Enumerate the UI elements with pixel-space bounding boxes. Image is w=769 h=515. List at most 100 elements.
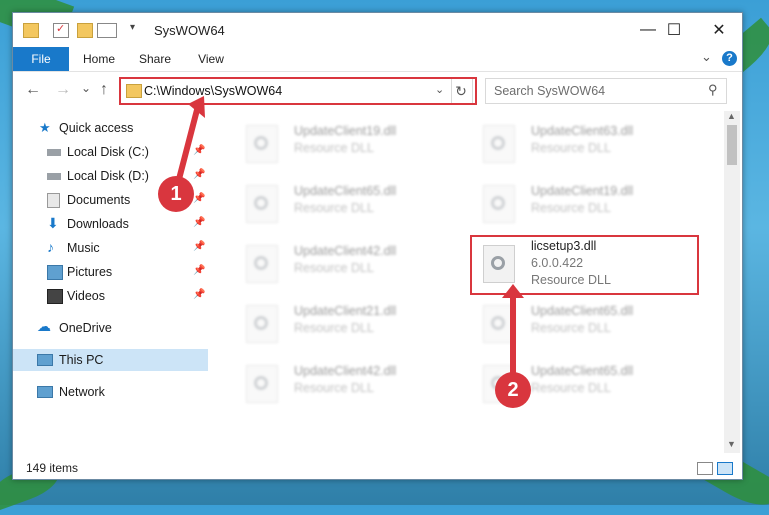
pin-icon: 📌 [193, 241, 206, 252]
forward-button[interactable]: → [55, 81, 71, 99]
scrollbar-thumb[interactable] [727, 125, 737, 165]
file-item[interactable]: UpdateClient65.dll Resource DLL [234, 179, 454, 229]
file-name: UpdateClient42.dll [294, 364, 397, 378]
maximize-button[interactable]: ☐ [651, 13, 697, 47]
tab-file[interactable]: File [13, 47, 69, 71]
pc-icon [37, 354, 53, 366]
window-title: SysWOW64 [154, 23, 225, 38]
music-icon: ♪ [47, 239, 54, 255]
pin-icon: 📌 [193, 265, 206, 276]
pin-icon: 📌 [193, 193, 206, 204]
details-view-icon[interactable] [697, 462, 713, 475]
drive-icon [47, 149, 61, 156]
search-placeholder: Search SysWOW64 [494, 84, 606, 98]
view-options-icon[interactable] [97, 23, 117, 38]
file-item[interactable]: UpdateClient42.dll Resource DLL [234, 239, 454, 289]
dll-file-icon [246, 125, 278, 163]
file-item[interactable]: UpdateClient63.dll Resource DLL [471, 119, 691, 169]
pin-icon: 📌 [193, 169, 206, 180]
tab-home[interactable]: Home [77, 47, 121, 71]
pictures-icon [47, 265, 63, 280]
dll-file-icon [483, 305, 515, 343]
sidebar-item-onedrive[interactable]: ☁ OneDrive [13, 317, 208, 339]
ribbon-collapse-icon[interactable]: ⌄ [701, 49, 712, 65]
sidebar-item-label: Videos [67, 289, 105, 303]
star-icon: ★ [39, 120, 51, 135]
file-name: UpdateClient19.dll [294, 124, 397, 138]
sidebar-item-label: Pictures [67, 265, 113, 279]
file-type: Resource DLL [294, 381, 374, 395]
dll-file-icon [483, 185, 515, 223]
item-count: 149 items [26, 461, 79, 475]
sidebar-item-label: Local Disk (D:) [67, 169, 149, 183]
file-type: Resource DLL [294, 141, 374, 155]
file-highlight [470, 235, 699, 295]
folder-icon [23, 23, 39, 38]
sidebar-item-label: Music [67, 241, 100, 255]
tab-view[interactable]: View [191, 47, 231, 71]
network-icon [37, 386, 53, 398]
file-type: Resource DLL [294, 261, 374, 275]
tab-share[interactable]: Share [133, 47, 177, 71]
ribbon-tabs: File Home Share View ⌄ ? [13, 47, 742, 72]
dll-file-icon [246, 185, 278, 223]
file-type: Resource DLL [294, 321, 374, 335]
file-item[interactable]: UpdateClient19.dll Resource DLL [471, 179, 691, 229]
file-type: Resource DLL [531, 381, 611, 395]
sidebar-item-this-pc[interactable]: This PC [13, 349, 208, 371]
file-type: Resource DLL [531, 141, 611, 155]
pin-icon: 📌 [193, 217, 206, 228]
title-bar: ✓ ▾ SysWOW64 — ☐ ✕ [13, 13, 742, 47]
file-item[interactable]: UpdateClient21.dll Resource DLL [234, 299, 454, 349]
sidebar-item-network[interactable]: Network [13, 381, 208, 403]
file-item[interactable]: UpdateClient19.dll Resource DLL [234, 119, 454, 169]
search-input[interactable]: Search SysWOW64 ⚲ [485, 78, 727, 104]
file-item[interactable]: UpdateClient65.dll Resource DLL [471, 299, 691, 349]
scroll-up-icon[interactable]: ▲ [727, 111, 736, 121]
step-badge-1: 1 [158, 176, 194, 212]
tiles-view-icon[interactable] [717, 462, 733, 475]
close-icon: ✕ [712, 22, 726, 39]
help-icon[interactable]: ? [722, 51, 737, 66]
cloud-icon: ☁ [37, 318, 51, 334]
sidebar-item-label: This PC [59, 353, 104, 367]
sidebar-item-label: Network [59, 385, 105, 399]
up-button[interactable]: ↑ [100, 81, 108, 99]
properties-icon[interactable]: ✓ [53, 23, 69, 38]
dll-file-icon [246, 365, 278, 403]
sidebar-item-videos[interactable]: Videos 📌 [13, 285, 208, 307]
sidebar-item-local-disk-c[interactable]: Local Disk (C:) 📌 [13, 141, 208, 163]
sidebar-item-label: Local Disk (C:) [67, 145, 149, 159]
file-name: UpdateClient65.dll [531, 304, 634, 318]
close-button[interactable]: ✕ [696, 13, 742, 47]
back-button[interactable]: ← [25, 81, 41, 99]
scroll-down-icon[interactable]: ▼ [727, 439, 736, 449]
sidebar-item-label: Quick access [59, 121, 134, 135]
file-name: UpdateClient21.dll [294, 304, 397, 318]
address-highlight [119, 77, 477, 105]
recent-locations-button[interactable]: ⌄ [81, 81, 91, 95]
pin-icon: 📌 [193, 145, 206, 156]
new-folder-icon[interactable] [77, 23, 93, 38]
vertical-scrollbar[interactable]: ▲ ▼ [724, 111, 740, 453]
dll-file-icon [246, 305, 278, 343]
sidebar-item-music[interactable]: ♪ Music 📌 [13, 237, 208, 259]
sidebar-item-quick-access[interactable]: ★ Quick access [13, 117, 208, 139]
customize-toolbar-icon[interactable]: ▾ [130, 22, 135, 33]
maximize-icon: ☐ [666, 22, 682, 39]
pin-icon: 📌 [193, 289, 206, 300]
navigation-pane: ★ Quick access Local Disk (C:) 📌 Local D… [13, 111, 208, 451]
dll-file-icon [483, 125, 515, 163]
sidebar-item-label: Documents [67, 193, 131, 207]
status-bar: 149 items [13, 458, 742, 479]
sidebar-item-label: Downloads [67, 217, 129, 231]
file-item[interactable]: UpdateClient42.dll Resource DLL [234, 359, 454, 409]
file-name: UpdateClient65.dll [294, 184, 397, 198]
download-icon: ⬇ [47, 215, 59, 231]
file-type: Resource DLL [531, 201, 611, 215]
sidebar-item-pictures[interactable]: Pictures 📌 [13, 261, 208, 283]
file-name: UpdateClient65.dll [531, 364, 634, 378]
drive-icon [47, 173, 61, 180]
sidebar-item-downloads[interactable]: ⬇ Downloads 📌 [13, 213, 208, 235]
sidebar-item-label: OneDrive [59, 321, 112, 335]
